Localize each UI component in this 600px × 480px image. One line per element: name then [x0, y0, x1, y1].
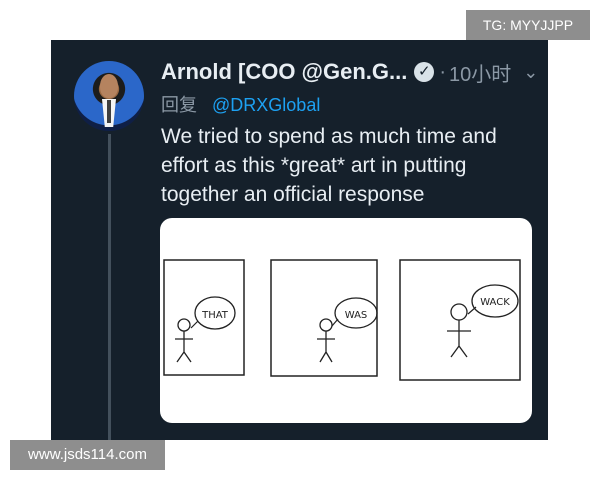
avatar-face-shape	[100, 74, 118, 98]
tweet-header: Arnold [COO @Gen.G... ✓ · 10小时 ⌄	[161, 58, 541, 86]
panel-1-speech-text: THAT	[201, 310, 229, 321]
panel-3-stick-body	[447, 320, 471, 358]
panel-2-speech-tail	[331, 318, 339, 327]
author-display-name[interactable]: Arnold [COO @Gen.G...	[161, 59, 407, 85]
panel-1-speech-tail	[190, 320, 199, 329]
header-separator: ·	[439, 60, 447, 83]
panel-3-speech-text: WACK	[480, 297, 510, 308]
tweet-card[interactable]: Arnold [COO @Gen.G... ✓ · 10小时 ⌄ 回复 @DRX…	[51, 40, 548, 440]
author-avatar[interactable]	[74, 61, 144, 131]
bottom-watermark: www.jsds114.com	[10, 440, 165, 470]
panel-2-stick-head	[319, 318, 333, 332]
reply-context: 回复 @DRXGlobal	[161, 91, 320, 115]
panel-2-speech-text: WAS	[345, 310, 368, 321]
panel-1-stick-head	[177, 318, 191, 332]
verified-check-icon: ✓	[414, 62, 435, 82]
panel-3-stick-head	[450, 303, 468, 321]
avatar-tie-shape	[107, 100, 111, 123]
tweet-time[interactable]: 10小时	[449, 58, 511, 87]
top-watermark: TG: MYYJJPP	[466, 10, 590, 40]
tweet-media-image[interactable]: THAT WAS WACK	[160, 218, 532, 423]
tweet-body-text: We tried to spend as much time and effor…	[161, 125, 497, 206]
chevron-down-icon[interactable]: ⌄	[523, 63, 538, 81]
panel-1-stick-body	[175, 331, 193, 363]
panel-3-speech-tail	[467, 306, 477, 315]
screenshot-page: TG: MYYJJPP Arnold [COO @Gen.G... ✓ · 10…	[0, 0, 600, 480]
reply-handle-link[interactable]: @DRXGlobal	[212, 95, 320, 115]
reply-prefix: 回复	[161, 95, 197, 115]
panel-2-stick-body	[317, 331, 335, 363]
stick-figure-comic: THAT WAS WACK	[163, 259, 521, 381]
thread-connector	[108, 134, 111, 440]
